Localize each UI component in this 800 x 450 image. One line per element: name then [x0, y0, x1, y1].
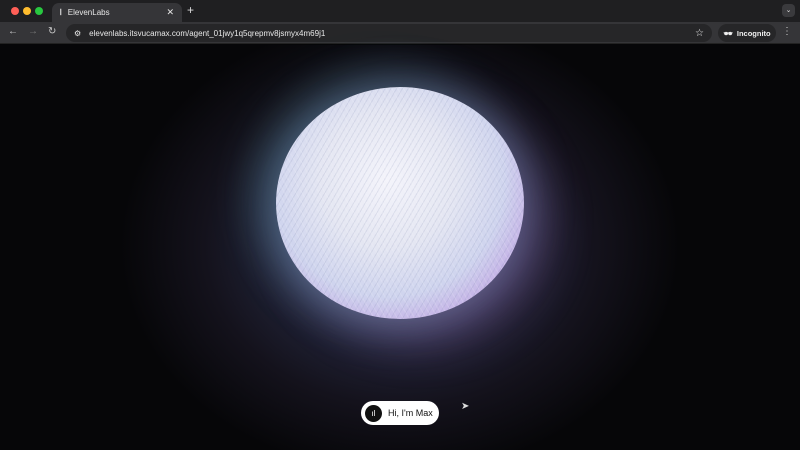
reload-icon[interactable]: ↻ — [48, 26, 56, 37]
tab-strip: 𝄃 ElevenLabs ✕ + ⌄ — [0, 0, 800, 22]
more-menu-icon[interactable]: ⋮ — [782, 26, 792, 37]
back-icon[interactable]: ← — [8, 26, 18, 37]
start-conversation-button[interactable]: ıl Hi, I'm Max — [361, 401, 439, 425]
incognito-icon: 🕶 — [723, 28, 733, 38]
browser-toolbar: ← → ↻ ⚙ elevenlabs.itsvucamax.com/agent_… — [0, 22, 800, 44]
mouse-cursor-icon: ➤ — [461, 401, 470, 412]
greeting-label: Hi, I'm Max — [388, 408, 433, 418]
close-tab-icon[interactable]: ✕ — [166, 7, 174, 18]
tab-search-chevron-down-icon[interactable]: ⌄ — [782, 4, 795, 17]
site-settings-icon[interactable]: ⚙ — [74, 29, 81, 38]
forward-icon[interactable]: → — [28, 26, 38, 37]
incognito-badge[interactable]: 🕶 Incognito — [718, 24, 776, 42]
minimize-window-button[interactable] — [23, 7, 31, 15]
incognito-label: Incognito — [736, 28, 771, 38]
url-text[interactable]: elevenlabs.itsvucamax.com/agent_01jwy1q5… — [89, 29, 325, 38]
tab-elevenlabs[interactable]: 𝄃 ElevenLabs ✕ — [52, 3, 182, 22]
bookmark-star-icon[interactable]: ☆ — [695, 28, 704, 39]
address-bar[interactable]: ⚙ elevenlabs.itsvucamax.com/agent_01jwy1… — [66, 24, 712, 42]
close-window-button[interactable] — [11, 7, 19, 15]
elevenlabs-favicon-icon: 𝄃 — [60, 7, 62, 17]
waveform-icon: ıl — [365, 404, 382, 422]
tab-title: ElevenLabs — [67, 8, 110, 17]
agent-orb-visualization — [276, 87, 524, 319]
new-tab-icon[interactable]: + — [187, 3, 194, 17]
maximize-window-button[interactable] — [35, 7, 43, 15]
